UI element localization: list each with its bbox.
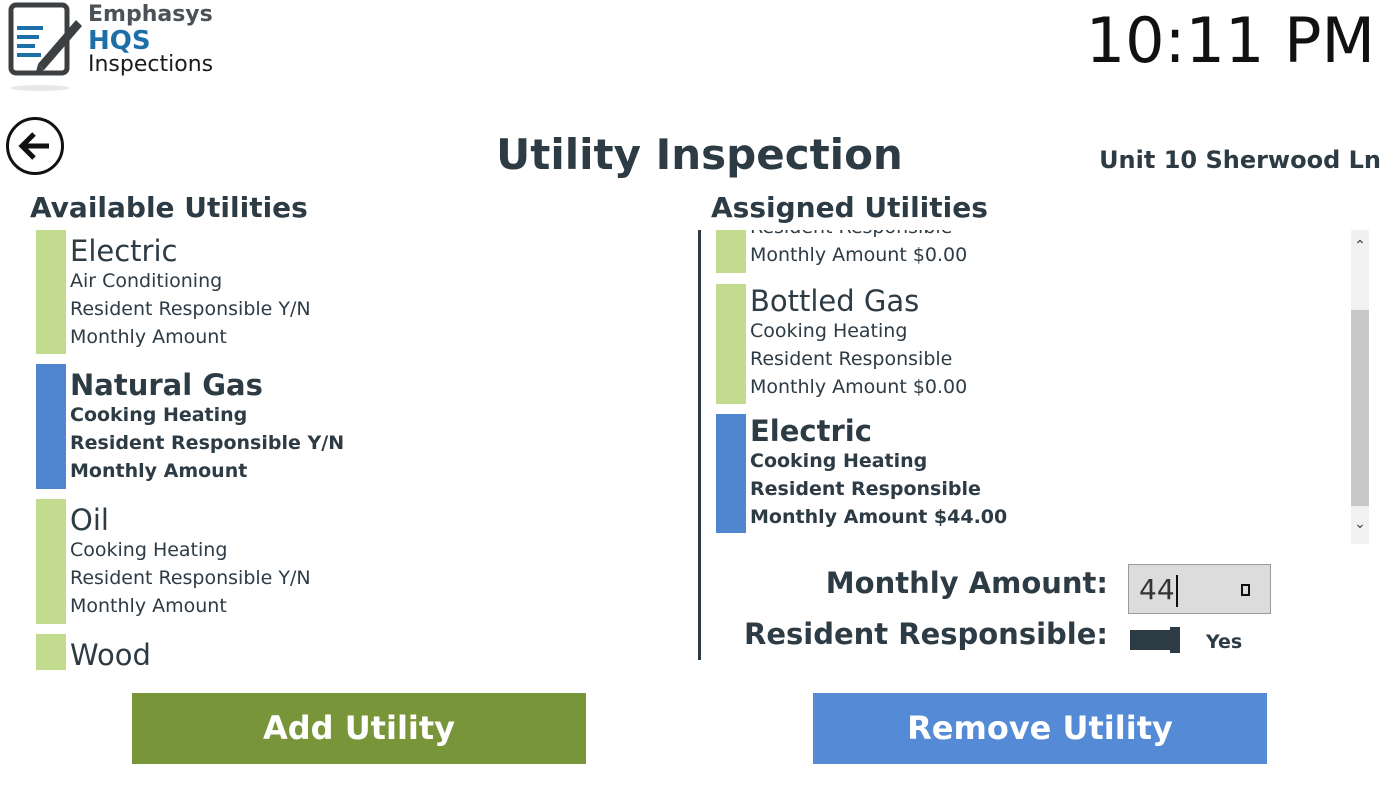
available-item-wood[interactable]: Wood bbox=[36, 634, 656, 670]
clock: 10:11 PM bbox=[1085, 4, 1375, 77]
available-item-oil[interactable]: Oil Cooking Heating Resident Responsible… bbox=[36, 499, 656, 624]
logo-brand: Emphasys bbox=[88, 2, 213, 27]
item-responsible: Resident Responsible bbox=[750, 230, 952, 238]
item-usage: Cooking Heating bbox=[750, 450, 928, 472]
item-responsible: Resident Responsible Y/N bbox=[70, 298, 311, 320]
logo-subtitle: Inspections bbox=[88, 52, 214, 77]
item-usage: Cooking Heating bbox=[70, 404, 248, 426]
item-responsible: Resident Responsible bbox=[750, 478, 981, 500]
assigned-utilities-list[interactable]: Resident Responsible Monthly Amount $0.0… bbox=[711, 230, 1349, 544]
clear-input-icon[interactable] bbox=[1241, 584, 1250, 596]
assigned-scrollbar[interactable]: ⌃ ⌄ bbox=[1351, 230, 1369, 544]
item-responsible: Resident Responsible Y/N bbox=[70, 567, 311, 589]
add-utility-button[interactable]: Add Utility bbox=[132, 693, 586, 764]
item-color-bar bbox=[36, 230, 66, 354]
item-responsible: Resident Responsible Y/N bbox=[70, 432, 345, 454]
item-amount: Monthly Amount bbox=[70, 595, 227, 617]
chevron-down-icon[interactable]: ⌄ bbox=[1351, 516, 1369, 540]
item-name: Wood bbox=[70, 638, 151, 670]
item-color-bar bbox=[36, 499, 66, 624]
unit-address: Unit 10 Sherwood Ln bbox=[1099, 146, 1381, 174]
item-amount: Monthly Amount bbox=[70, 326, 227, 348]
resident-responsible-toggle[interactable] bbox=[1130, 627, 1180, 653]
toggle-state-text: Yes bbox=[1206, 631, 1243, 653]
item-usage: Cooking Heating bbox=[70, 539, 228, 561]
item-amount: Monthly Amount $0.00 bbox=[750, 244, 968, 266]
item-name: Bottled Gas bbox=[750, 284, 920, 318]
assigned-utilities-heading: Assigned Utilities bbox=[711, 191, 988, 224]
item-color-bar bbox=[36, 634, 66, 670]
item-name: Electric bbox=[750, 414, 872, 448]
toggle-knob bbox=[1170, 627, 1180, 653]
item-usage: Air Conditioning bbox=[70, 270, 223, 292]
chevron-up-icon[interactable]: ⌃ bbox=[1351, 238, 1369, 262]
item-name: Electric bbox=[70, 234, 178, 268]
remove-utility-button[interactable]: Remove Utility bbox=[813, 693, 1267, 764]
available-utilities-list[interactable]: Electric Air Conditioning Resident Respo… bbox=[30, 230, 680, 670]
monthly-amount-value: 44 bbox=[1139, 573, 1175, 606]
item-name: Oil bbox=[70, 503, 109, 537]
monthly-amount-label: Monthly Amount: bbox=[825, 566, 1108, 600]
resident-responsible-label: Resident Responsible: bbox=[744, 617, 1108, 651]
scrollbar-thumb[interactable] bbox=[1351, 310, 1369, 506]
item-usage: Cooking Heating bbox=[750, 320, 908, 342]
item-color-bar bbox=[716, 230, 746, 273]
available-item-electric[interactable]: Electric Air Conditioning Resident Respo… bbox=[36, 230, 656, 354]
assigned-item-bottled-gas[interactable]: Bottled Gas Cooking Heating Resident Res… bbox=[716, 284, 1336, 404]
item-color-bar bbox=[716, 414, 746, 533]
item-name: Natural Gas bbox=[70, 368, 263, 402]
available-utilities-heading: Available Utilities bbox=[30, 191, 308, 224]
item-responsible: Resident Responsible bbox=[750, 348, 953, 370]
item-amount: Monthly Amount $44.00 bbox=[750, 506, 1008, 528]
item-amount: Monthly Amount bbox=[70, 460, 248, 482]
document-pen-icon bbox=[8, 2, 82, 91]
assigned-item-partial[interactable]: Resident Responsible Monthly Amount $0.0… bbox=[716, 230, 1336, 273]
app-logo: Emphasys HQS Inspections bbox=[8, 2, 223, 96]
item-color-bar bbox=[716, 284, 746, 404]
available-item-natural-gas[interactable]: Natural Gas Cooking Heating Resident Res… bbox=[36, 364, 656, 489]
item-amount: Monthly Amount $0.00 bbox=[750, 376, 968, 398]
assigned-item-electric[interactable]: Electric Cooking Heating Resident Respon… bbox=[716, 414, 1336, 533]
text-caret bbox=[1175, 575, 1178, 607]
item-color-bar bbox=[36, 364, 66, 489]
column-divider bbox=[698, 230, 701, 660]
